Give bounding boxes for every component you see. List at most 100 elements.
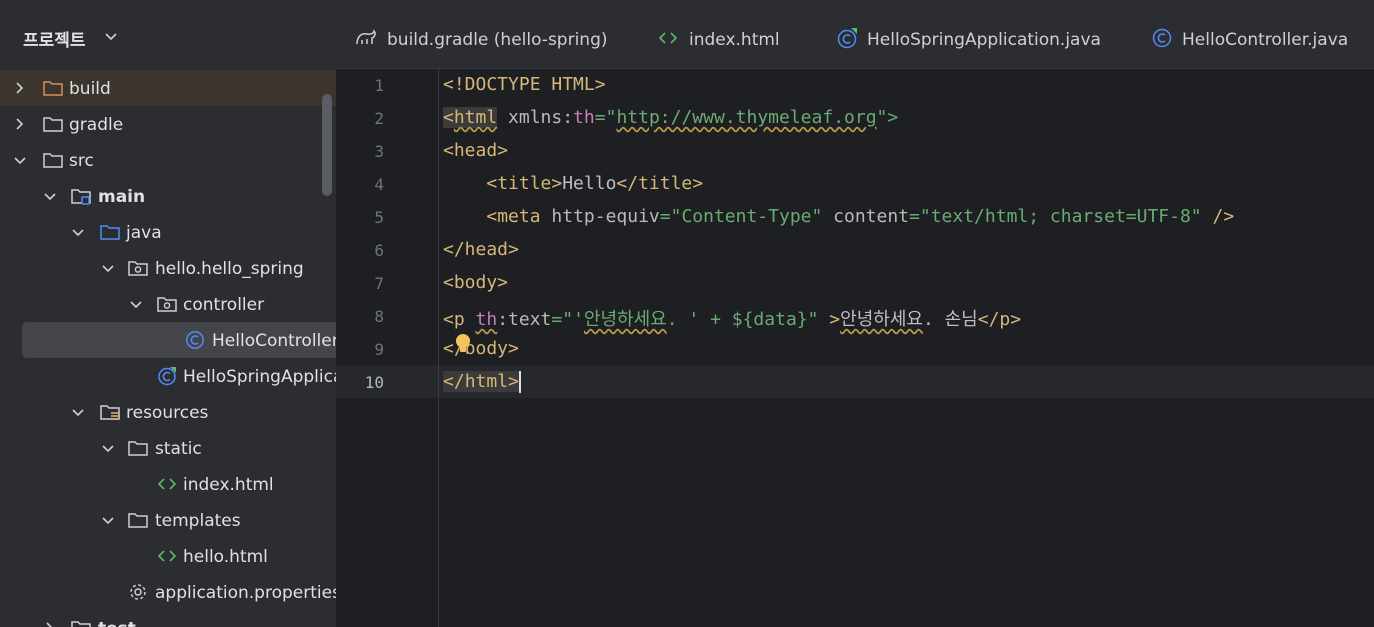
chevron-down-icon[interactable] bbox=[42, 188, 58, 204]
folder-icon bbox=[128, 513, 148, 528]
tree-item-gradle[interactable]: gradle bbox=[0, 106, 336, 142]
chevron-down-icon[interactable] bbox=[128, 296, 144, 312]
code-line-3: <head> bbox=[443, 140, 508, 161]
code-token: <!DOCTYPE HTML> bbox=[443, 74, 606, 95]
code-line-5: <meta http-equiv="Content-Type" content=… bbox=[443, 206, 1234, 227]
code-token: "text/html; charset=UTF-8" bbox=[919, 206, 1202, 227]
chevron-right-icon[interactable] bbox=[12, 80, 28, 96]
chevron-down-icon[interactable] bbox=[70, 224, 86, 240]
tab-label: index.html bbox=[689, 30, 780, 50]
tree-item-hello-controller[interactable]: HelloController bbox=[22, 322, 336, 358]
folder-icon bbox=[71, 621, 91, 627]
code-line-2: <html xmlns:th="http://www.thymeleaf.org… bbox=[443, 107, 898, 128]
line-number-current: 10 bbox=[364, 373, 384, 392]
tab-label: build.gradle (hello-spring) bbox=[387, 30, 608, 50]
tree-item-test[interactable]: test bbox=[0, 610, 336, 627]
html-file-icon bbox=[157, 550, 177, 562]
tree-item-index-html[interactable]: index.html bbox=[0, 466, 336, 502]
tree-item-static[interactable]: static bbox=[0, 430, 336, 466]
project-panel-header[interactable]: 프로젝트 bbox=[0, 4, 336, 66]
chevron-down-icon[interactable] bbox=[100, 512, 116, 528]
code-token: 안녕하세요 bbox=[840, 309, 923, 330]
tree-item-label: main bbox=[98, 187, 146, 207]
tab-index-html[interactable]: index.html bbox=[656, 4, 806, 68]
line-number: 8 bbox=[374, 307, 384, 326]
tree-item-src[interactable]: src bbox=[0, 142, 336, 178]
chevron-down-icon[interactable] bbox=[70, 404, 86, 420]
tree-item-label: java bbox=[126, 223, 162, 243]
tree-item-java[interactable]: java bbox=[0, 214, 336, 250]
code-line-1: <!DOCTYPE HTML> bbox=[443, 74, 606, 95]
chevron-down-icon[interactable] bbox=[100, 260, 116, 276]
tree-item-label: gradle bbox=[69, 115, 124, 135]
code-token: > bbox=[818, 309, 841, 330]
chevron-down-icon[interactable] bbox=[12, 152, 28, 168]
code-token: <meta bbox=[486, 206, 552, 227]
tab-build-gradle[interactable]: build.gradle (hello-spring) bbox=[354, 4, 624, 68]
tree-item-hello-html[interactable]: hello.html bbox=[0, 538, 336, 574]
tree-item-label: templates bbox=[155, 511, 241, 531]
tab-label: HelloSpringApplication.java bbox=[867, 30, 1101, 50]
tree-item-package-controller[interactable]: controller bbox=[0, 286, 336, 322]
tree-item-label: application.properties bbox=[155, 583, 336, 603]
code-token: = bbox=[659, 206, 671, 227]
tree-item-label: hello.hello_spring bbox=[155, 259, 304, 279]
code-line-7: <body> bbox=[443, 272, 508, 293]
code-token: "> bbox=[876, 107, 899, 128]
code-token: /> bbox=[1201, 206, 1235, 227]
folder-icon bbox=[128, 441, 148, 456]
code-token: </head> bbox=[443, 239, 519, 260]
project-tree-scrollbar[interactable] bbox=[322, 94, 332, 196]
project-panel-title: 프로젝트 bbox=[23, 31, 86, 51]
tree-item-label: static bbox=[155, 439, 202, 459]
code-token: th bbox=[475, 309, 498, 330]
tree-item-templates[interactable]: templates bbox=[0, 502, 336, 538]
code-token: =" bbox=[594, 107, 617, 128]
line-number: 5 bbox=[374, 208, 384, 227]
code-token: > bbox=[508, 371, 519, 392]
tree-item-label: controller bbox=[183, 295, 265, 315]
text-caret bbox=[518, 371, 521, 393]
chevron-down-icon[interactable] bbox=[103, 28, 119, 44]
code-token: = bbox=[551, 309, 563, 330]
java-folder-icon bbox=[100, 225, 120, 240]
html-file-icon bbox=[658, 32, 678, 44]
tree-item-package-hello-spring[interactable]: hello.hello_spring bbox=[0, 250, 336, 286]
code-token: </p> bbox=[977, 309, 1022, 330]
code-token: < bbox=[443, 107, 454, 128]
tree-item-label: hello.html bbox=[183, 547, 268, 567]
tree-item-label: index.html bbox=[183, 475, 274, 495]
resources-folder-icon bbox=[100, 405, 120, 420]
line-number: 7 bbox=[374, 274, 384, 293]
tab-hello-controller[interactable]: HelloController.java bbox=[1151, 4, 1371, 68]
tree-item-hello-spring-application[interactable]: HelloSpringApplica bbox=[0, 358, 336, 394]
code-line-4: <title>Hello</title> bbox=[443, 173, 703, 194]
lightbulb-icon[interactable] bbox=[454, 332, 472, 356]
code-editor[interactable]: 1 2 3 4 5 6 7 8 9 10 <!DOCTYPE HTML> <ht… bbox=[336, 69, 1374, 627]
chevron-down-icon[interactable] bbox=[100, 440, 116, 456]
chevron-right-icon[interactable] bbox=[42, 620, 58, 627]
tree-item-main[interactable]: main bbox=[0, 178, 336, 214]
code-token: </title> bbox=[616, 173, 704, 194]
tree-item-build[interactable]: build bbox=[0, 70, 336, 106]
chevron-right-icon[interactable] bbox=[12, 116, 28, 132]
code-token: th bbox=[573, 107, 595, 128]
code-token: "' bbox=[562, 309, 584, 330]
tab-label: HelloController.java bbox=[1182, 30, 1349, 50]
code-token: <p bbox=[443, 309, 476, 330]
tree-item-label: resources bbox=[126, 403, 209, 423]
line-number: 1 bbox=[374, 76, 384, 95]
tab-hello-spring-application[interactable]: HelloSpringApplication.java bbox=[836, 4, 1126, 68]
tree-item-label: HelloController bbox=[212, 331, 336, 351]
code-token: html bbox=[464, 371, 509, 392]
code-token: xmlns: bbox=[508, 107, 574, 128]
code-token: <title> bbox=[486, 173, 563, 194]
folder-icon bbox=[43, 153, 63, 168]
tree-item-application-properties[interactable]: application.properties bbox=[0, 574, 336, 610]
code-line-6: </head> bbox=[443, 239, 519, 260]
code-token: = bbox=[909, 206, 920, 227]
tree-item-label: build bbox=[69, 79, 111, 99]
tree-item-resources[interactable]: resources bbox=[0, 394, 336, 430]
